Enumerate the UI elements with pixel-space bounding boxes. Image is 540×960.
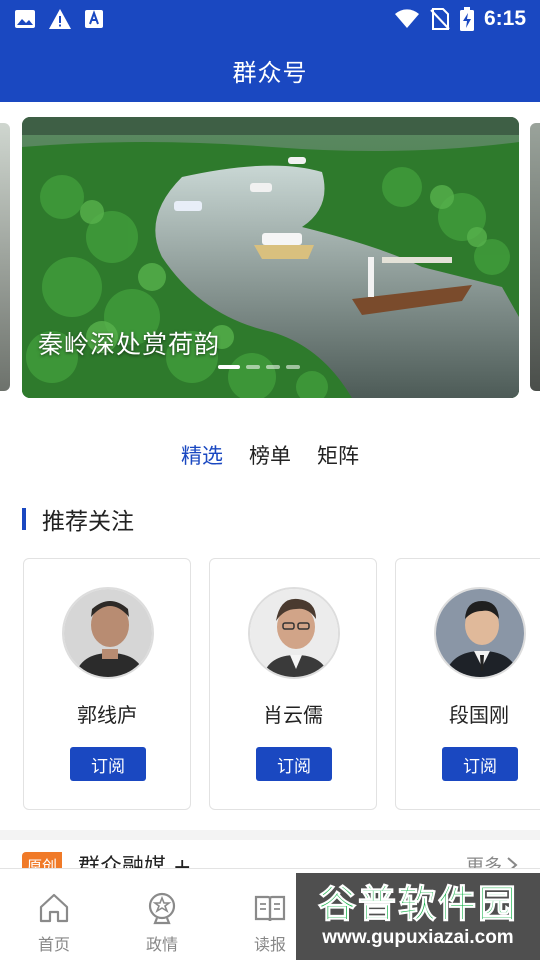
carousel-next-peek[interactable]: [530, 123, 540, 391]
carousel-indicator: [218, 365, 300, 369]
section-accent-bar: [22, 508, 26, 530]
carousel-dot[interactable]: [286, 365, 300, 369]
avatar[interactable]: [62, 587, 154, 679]
recommend-card[interactable]: 肖云儒 订阅: [209, 558, 377, 810]
carousel-prev-peek[interactable]: [0, 123, 10, 391]
app-header: 群众号: [0, 38, 540, 102]
newspaper-icon: [254, 895, 286, 922]
status-bar: 6:15: [0, 0, 540, 38]
subscribe-button[interactable]: 订阅: [442, 747, 518, 781]
section-divider: [0, 830, 540, 840]
nav-politics-label: 政情: [145, 935, 178, 954]
watermark: 谷普软件园 www.gupuxiazai.com: [296, 873, 540, 960]
tab-bar: 精选 榜单 矩阵: [0, 440, 540, 472]
carousel-dot[interactable]: [266, 365, 280, 369]
tab-rankings[interactable]: 榜单: [249, 440, 291, 472]
nav-politics[interactable]: 政情: [108, 869, 216, 960]
tab-featured[interactable]: 精选: [181, 440, 223, 472]
wifi-icon: [394, 9, 419, 28]
watermark-title: 谷普软件园: [317, 881, 518, 926]
tab-matrix[interactable]: 矩阵: [317, 440, 359, 472]
warning-icon: [49, 9, 71, 29]
recommend-card[interactable]: 郭线庐 订阅: [23, 558, 191, 810]
carousel-dot[interactable]: [246, 365, 260, 369]
avatar[interactable]: [248, 587, 340, 679]
nav-home-label: 首页: [37, 935, 70, 954]
carousel-dot-active[interactable]: [218, 365, 240, 369]
page-title: 群众号: [232, 58, 308, 87]
banner-caption: 秦岭深处赏荷韵: [38, 330, 221, 359]
image-notification-icon: [15, 10, 35, 28]
card-name: 段国刚: [449, 703, 509, 727]
nav-home[interactable]: 首页: [0, 869, 108, 960]
battery-charging-icon: [459, 7, 474, 31]
politics-icon: [148, 892, 176, 925]
recommend-section-header: 推荐关注: [22, 502, 134, 536]
subscribe-button[interactable]: 订阅: [256, 747, 332, 781]
recommend-card[interactable]: 段国刚 订阅: [395, 558, 540, 810]
banner-carousel[interactable]: 秦岭深处赏荷韵: [22, 117, 519, 398]
status-time: 6:15: [483, 7, 526, 30]
card-name: 肖云儒: [263, 703, 323, 727]
nav-newspaper-label: 读报: [253, 935, 286, 954]
subscribe-button[interactable]: 订阅: [70, 747, 146, 781]
no-sim-icon: [430, 8, 450, 30]
card-name: 郭线庐: [77, 703, 137, 727]
section-title: 推荐关注: [42, 509, 134, 535]
watermark-url: www.gupuxiazai.com: [322, 926, 514, 948]
app-notification-icon: [85, 10, 103, 28]
home-icon: [39, 893, 69, 923]
avatar[interactable]: [434, 587, 526, 679]
